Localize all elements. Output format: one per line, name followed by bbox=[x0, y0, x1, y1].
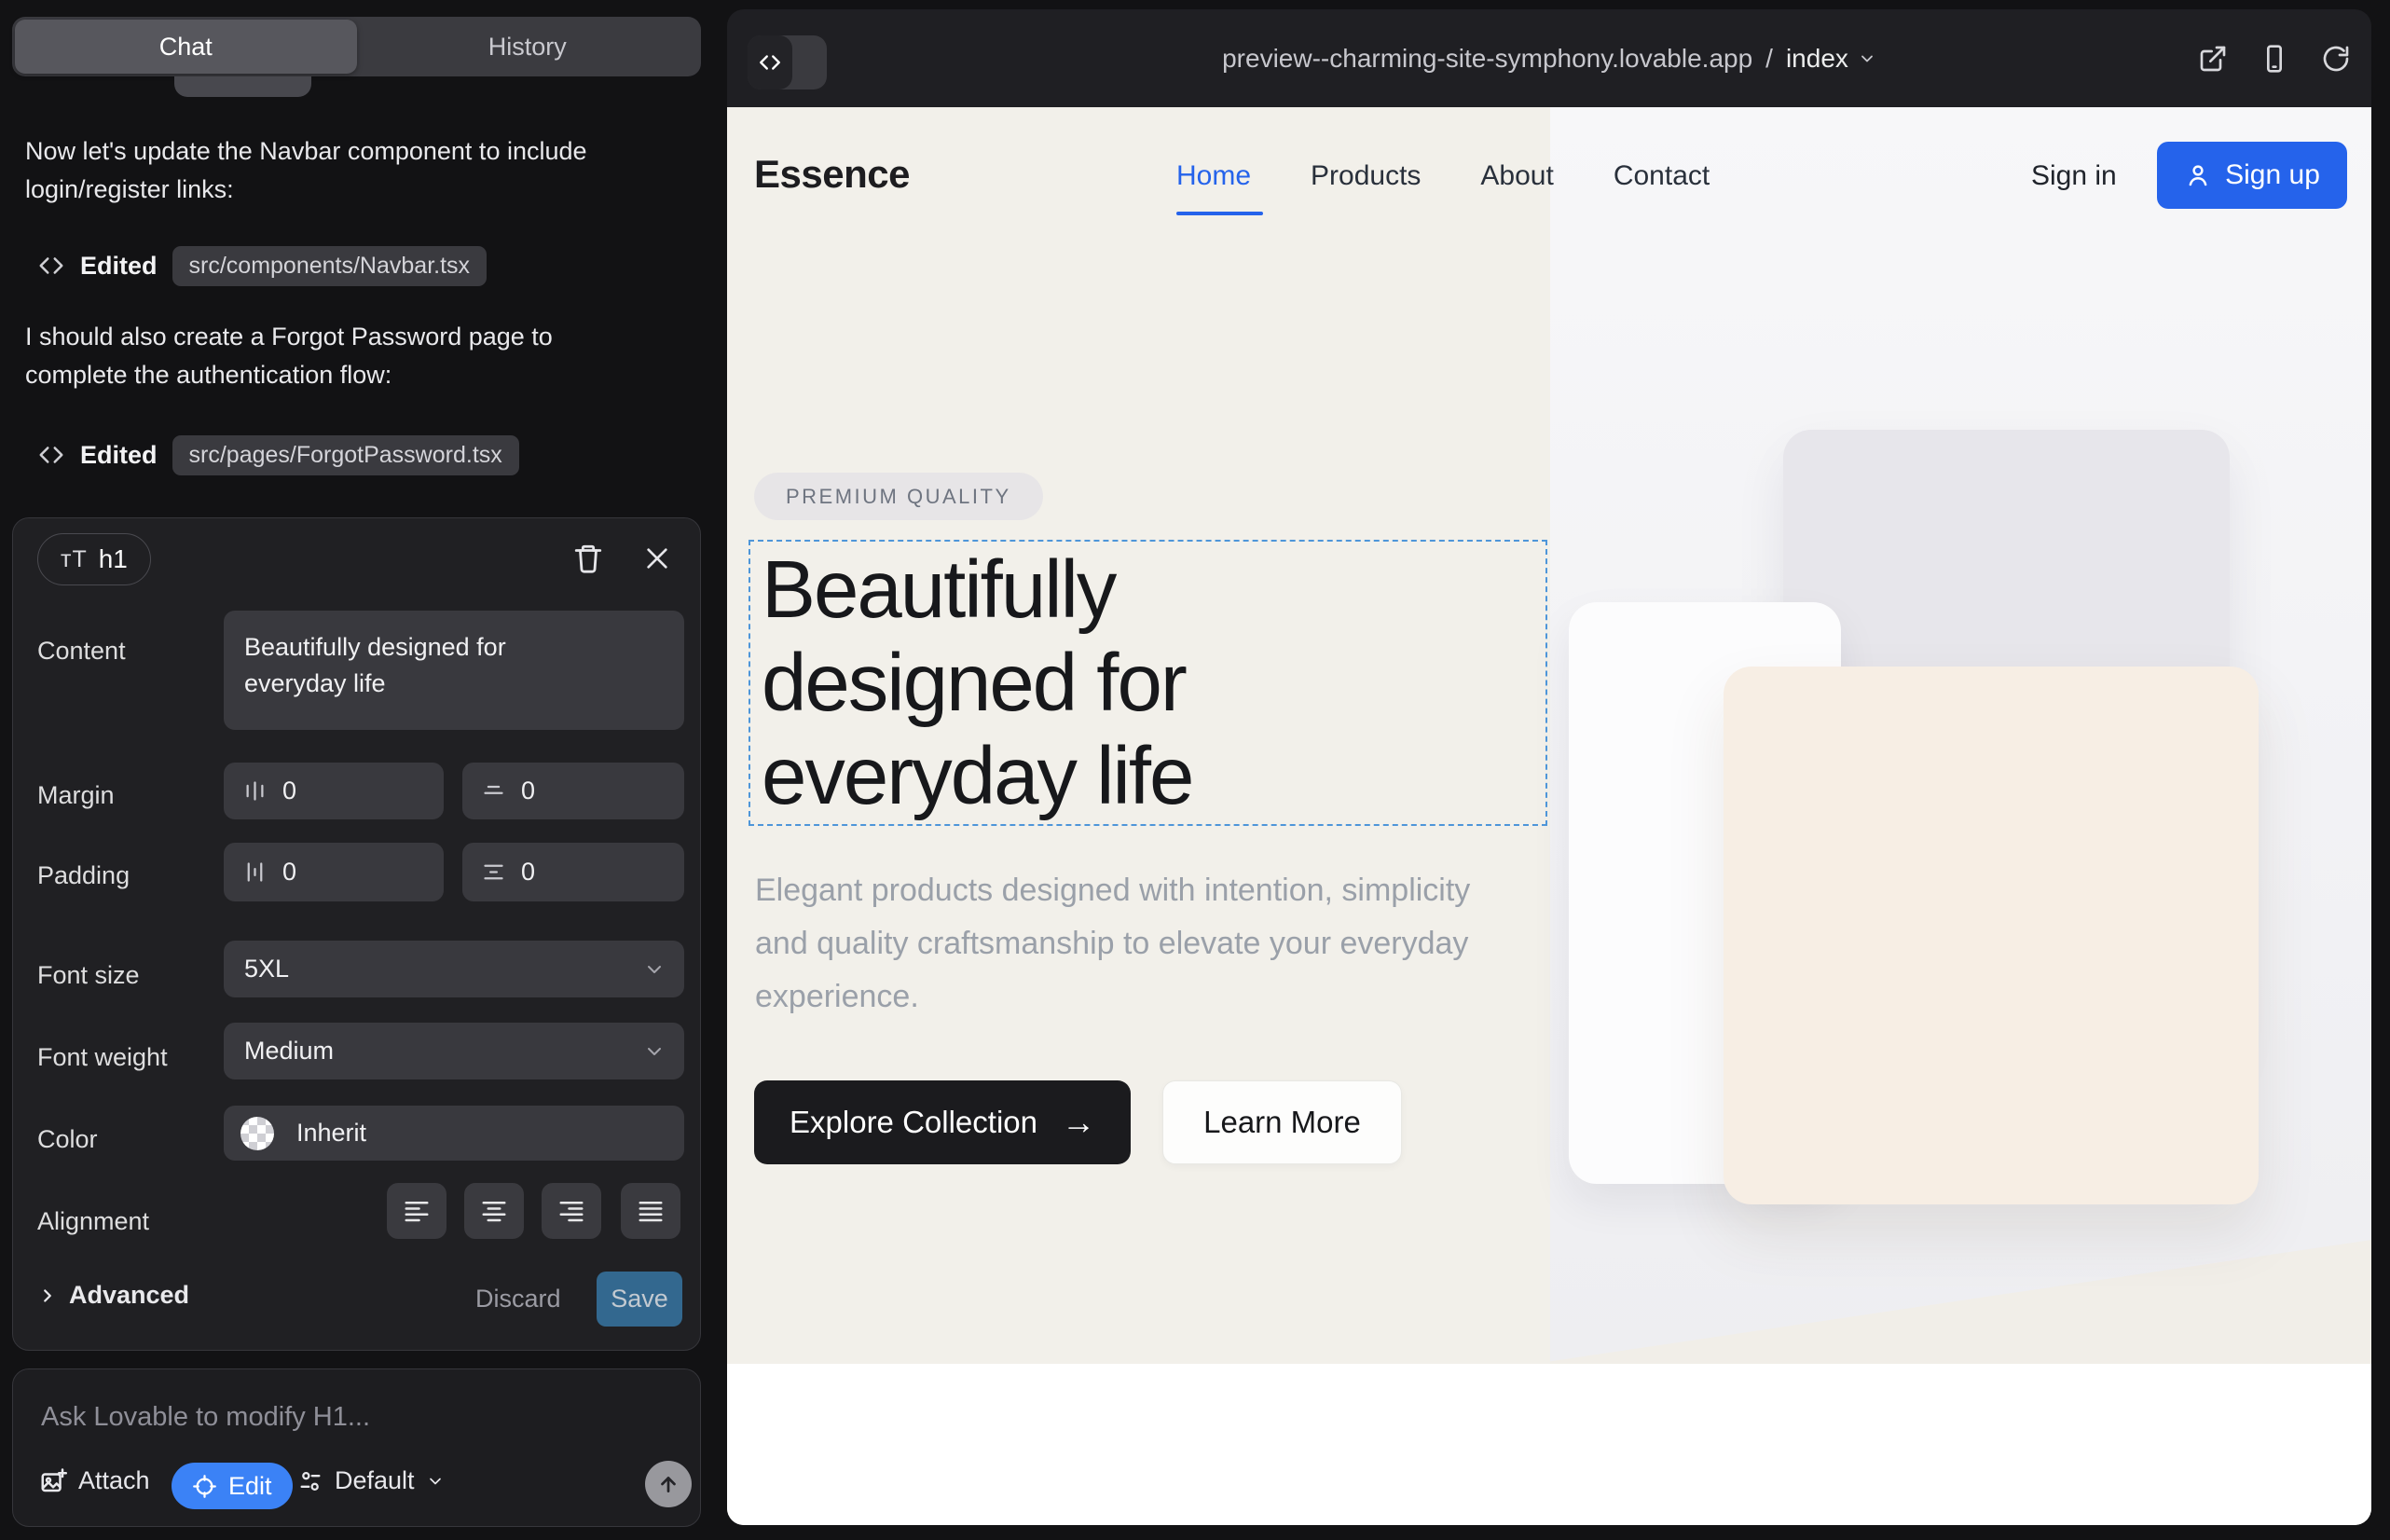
browser-actions bbox=[2198, 9, 2351, 107]
nav-home[interactable]: Home bbox=[1176, 160, 1251, 192]
url-page: index bbox=[1786, 44, 1848, 74]
attach-button[interactable]: Attach bbox=[39, 1466, 150, 1495]
external-link-icon[interactable] bbox=[2198, 44, 2228, 74]
truncated-chip bbox=[174, 76, 311, 97]
font-size-select[interactable]: 5XL bbox=[224, 941, 684, 997]
padding-horizontal-icon bbox=[242, 859, 268, 885]
trash-icon bbox=[572, 543, 604, 574]
preview-browser: preview--charming-site-symphony.lovable.… bbox=[727, 9, 2371, 1525]
align-right-button[interactable] bbox=[542, 1183, 601, 1239]
decorative-card-beige bbox=[1724, 667, 2259, 1204]
site-viewport: Essence Home Products About Contact Sign… bbox=[727, 107, 2371, 1525]
sign-up-button[interactable]: Sign up bbox=[2157, 142, 2347, 209]
chevron-down-icon bbox=[643, 1040, 666, 1063]
chat-input[interactable] bbox=[41, 1396, 656, 1438]
save-button[interactable]: Save bbox=[597, 1272, 682, 1327]
align-center-button[interactable] bbox=[464, 1183, 524, 1239]
sliders-icon bbox=[297, 1468, 323, 1494]
margin-x-input[interactable]: 0 bbox=[224, 763, 444, 819]
align-justify-button[interactable] bbox=[621, 1183, 680, 1239]
sign-in-link[interactable]: Sign in bbox=[2031, 160, 2117, 192]
chevron-down-icon bbox=[643, 958, 666, 981]
chevron-right-icon bbox=[37, 1286, 58, 1306]
site-nav: Home Products About Contact bbox=[1176, 160, 1710, 192]
edited-file-chip[interactable]: src/pages/ForgotPassword.tsx bbox=[172, 435, 519, 475]
align-right-icon bbox=[557, 1197, 585, 1225]
edit-mode-button[interactable]: Edit bbox=[172, 1463, 293, 1509]
font-weight-label: Font weight bbox=[37, 1043, 168, 1072]
type-icon: тT bbox=[61, 546, 88, 573]
hero-cta-row: Explore Collection → Learn More bbox=[754, 1080, 1402, 1164]
refresh-icon[interactable] bbox=[2321, 44, 2351, 74]
crosshair-icon bbox=[192, 1474, 217, 1499]
chat-message: Now let's update the Navbar component to… bbox=[25, 132, 614, 209]
active-nav-underline bbox=[1176, 212, 1263, 215]
learn-more-button[interactable]: Learn More bbox=[1162, 1080, 1402, 1164]
color-select[interactable]: Inherit bbox=[224, 1106, 684, 1161]
content-label: Content bbox=[37, 637, 126, 666]
left-panel: Chat History Now let's update the Navbar… bbox=[0, 0, 706, 1540]
align-left-button[interactable] bbox=[387, 1183, 446, 1239]
mobile-icon[interactable] bbox=[2260, 44, 2289, 74]
url-bar[interactable]: preview--charming-site-symphony.lovable.… bbox=[727, 9, 2371, 107]
element-editor-panel: тT h1 Content Beautifully designed for e… bbox=[12, 517, 701, 1351]
code-icon bbox=[37, 252, 65, 280]
mode-selector[interactable]: Default bbox=[297, 1466, 445, 1495]
chevron-down-icon bbox=[1858, 49, 1876, 68]
chat-message: I should also create a Forgot Password p… bbox=[25, 318, 614, 394]
padding-vertical-icon bbox=[481, 859, 506, 885]
edited-file-chip[interactable]: src/components/Navbar.tsx bbox=[172, 246, 488, 286]
edited-file-row[interactable]: Edited src/components/Navbar.tsx bbox=[37, 246, 487, 285]
hero-paragraph: Elegant products designed with intention… bbox=[755, 864, 1477, 1024]
code-icon bbox=[37, 441, 65, 469]
url-separator: / bbox=[1765, 44, 1773, 74]
arrow-right-icon: → bbox=[1062, 1103, 1095, 1142]
align-justify-icon bbox=[637, 1197, 665, 1225]
align-center-icon bbox=[480, 1197, 508, 1225]
image-plus-icon bbox=[39, 1467, 67, 1495]
close-icon bbox=[642, 543, 672, 573]
font-weight-select[interactable]: Medium bbox=[224, 1023, 684, 1079]
align-left-icon bbox=[403, 1197, 431, 1225]
nav-about[interactable]: About bbox=[1480, 160, 1553, 192]
delete-element-button[interactable] bbox=[570, 541, 606, 576]
site-logo[interactable]: Essence bbox=[754, 152, 910, 197]
alignment-label: Alignment bbox=[37, 1207, 149, 1236]
padding-x-input[interactable]: 0 bbox=[224, 843, 444, 901]
chat-history-tabs: Chat History bbox=[12, 17, 701, 76]
user-icon bbox=[2184, 161, 2212, 189]
send-button[interactable] bbox=[645, 1461, 692, 1507]
next-section bbox=[727, 1364, 2371, 1525]
arrow-up-icon bbox=[656, 1472, 680, 1496]
margin-vertical-icon bbox=[481, 778, 506, 804]
transparent-swatch-icon bbox=[240, 1117, 274, 1150]
nav-products[interactable]: Products bbox=[1311, 160, 1421, 192]
margin-y-input[interactable]: 0 bbox=[462, 763, 684, 819]
app-root: Chat History Now let's update the Navbar… bbox=[0, 0, 2390, 1540]
font-size-label: Font size bbox=[37, 961, 140, 990]
padding-y-input[interactable]: 0 bbox=[462, 843, 684, 901]
advanced-toggle[interactable]: Advanced bbox=[37, 1281, 189, 1310]
premium-badge: PREMIUM QUALITY bbox=[754, 473, 1043, 520]
chat-composer: Attach Edit Default bbox=[12, 1368, 701, 1527]
explore-collection-button[interactable]: Explore Collection → bbox=[754, 1080, 1131, 1164]
margin-horizontal-icon bbox=[242, 778, 268, 804]
content-input[interactable]: Beautifully designed for everyday life bbox=[224, 611, 684, 730]
url-host: preview--charming-site-symphony.lovable.… bbox=[1222, 44, 1752, 74]
nav-contact[interactable]: Contact bbox=[1614, 160, 1710, 192]
selected-element-chip[interactable]: тT h1 bbox=[37, 533, 151, 585]
color-label: Color bbox=[37, 1125, 98, 1154]
edited-label: Edited bbox=[80, 441, 158, 470]
element-tag-label: h1 bbox=[99, 544, 128, 574]
close-editor-button[interactable] bbox=[639, 541, 675, 576]
tab-chat[interactable]: Chat bbox=[15, 20, 357, 74]
hero-heading[interactable]: Beautifully designed for everyday life bbox=[762, 543, 1192, 823]
discard-button[interactable]: Discard bbox=[475, 1285, 561, 1313]
edited-file-row[interactable]: Edited src/pages/ForgotPassword.tsx bbox=[37, 435, 519, 474]
edited-label: Edited bbox=[80, 252, 158, 281]
margin-label: Margin bbox=[37, 781, 115, 810]
padding-label: Padding bbox=[37, 861, 130, 890]
chevron-down-icon bbox=[426, 1472, 445, 1491]
tab-history[interactable]: History bbox=[357, 20, 699, 74]
